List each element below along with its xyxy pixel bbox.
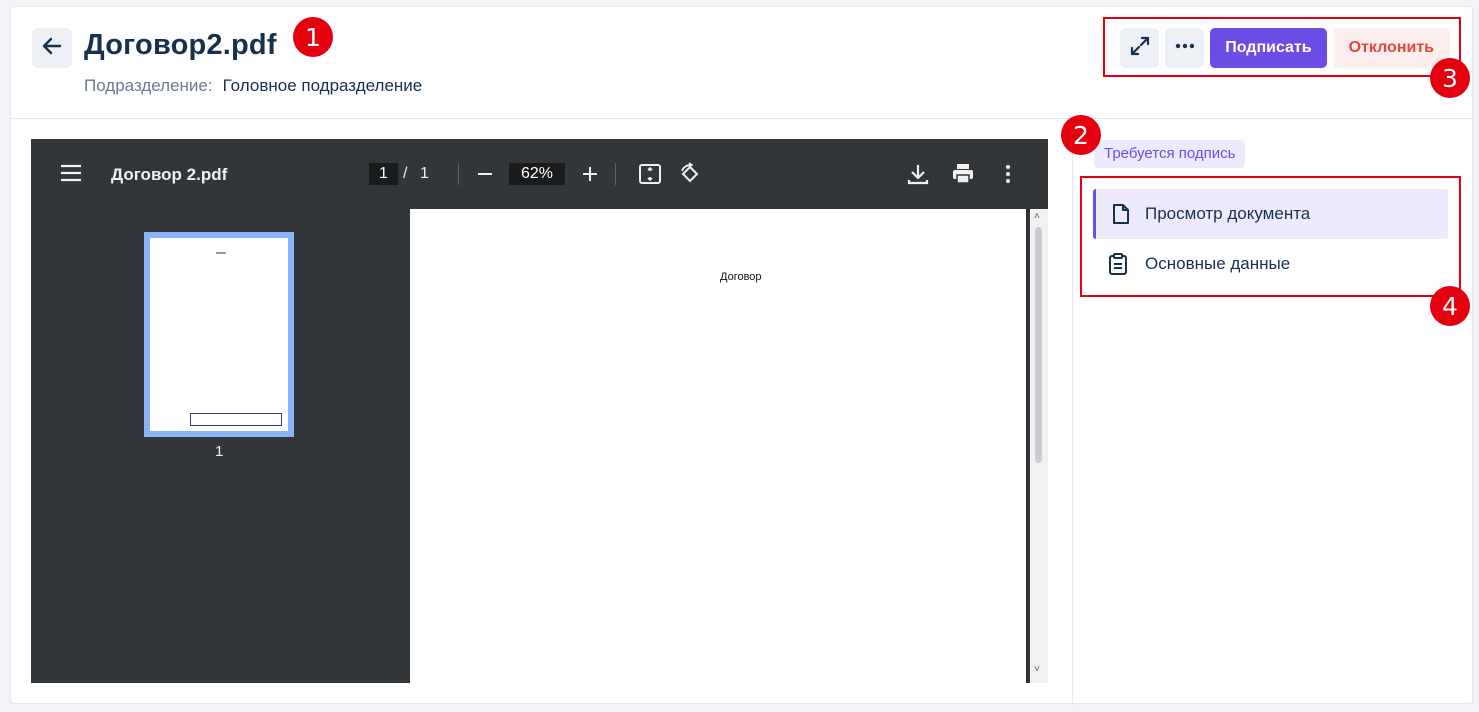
status-badge: Требуется подпись <box>1094 140 1246 168</box>
page-header: Договор2.pdf Подразделение: Головное подр… <box>11 7 1472 119</box>
reject-button[interactable]: Отклонить <box>1332 28 1450 68</box>
zoom-in-icon[interactable] <box>577 161 603 187</box>
document-heading: Договор <box>720 271 762 283</box>
side-navigation: Просмотр документа Основные данные <box>1093 189 1448 289</box>
sidebar-divider <box>1072 119 1073 705</box>
sign-button[interactable]: Подписать <box>1210 28 1327 68</box>
thumbnail-sidebar: 1 <box>31 209 410 683</box>
rotate-icon[interactable] <box>677 161 703 187</box>
annotation-marker: 4 <box>1430 286 1470 326</box>
toolbar-divider <box>458 163 459 185</box>
download-icon[interactable] <box>905 161 931 187</box>
subdivision-info: Подразделение: Головное подразделение <box>84 76 422 96</box>
pdf-page: Договор <box>410 209 1028 683</box>
thumbnail-heading-mark <box>216 252 226 254</box>
toolbar-divider <box>615 163 616 185</box>
document-card: Договор2.pdf Подразделение: Головное подр… <box>10 6 1473 705</box>
page-number-input[interactable]: 1 <box>369 163 398 185</box>
page-separator: / <box>403 165 408 182</box>
zoom-level-input[interactable]: 62% <box>509 163 565 185</box>
subdivision-label: Подразделение: <box>84 76 213 95</box>
pdf-file-name: Договор 2.pdf <box>111 165 228 184</box>
fit-page-icon[interactable] <box>637 161 663 187</box>
zoom-out-icon[interactable] <box>472 161 498 187</box>
annotation-marker: 1 <box>293 17 333 57</box>
annotation-marker: 3 <box>1430 58 1470 98</box>
more-horizontal-icon <box>1174 35 1196 62</box>
expand-icon <box>1129 35 1151 62</box>
more-vertical-icon[interactable] <box>995 161 1021 187</box>
clipboard-icon <box>1107 253 1129 275</box>
thumbnail-page-number: 1 <box>215 443 224 460</box>
page-title: Договор2.pdf <box>84 29 277 61</box>
scrollbar-thumb[interactable] <box>1035 227 1042 463</box>
total-pages: 1 <box>420 165 429 182</box>
nav-item-label: Просмотр документа <box>1145 204 1311 223</box>
nav-item-document-view[interactable]: Просмотр документа <box>1093 189 1448 239</box>
thumbnail-page <box>150 238 288 431</box>
thumbnail-stamp-mark <box>190 413 282 426</box>
page-thumbnail[interactable] <box>144 232 294 437</box>
subdivision-value: Головное подразделение <box>222 76 423 95</box>
menu-icon[interactable] <box>61 164 81 187</box>
arrow-left-icon <box>41 35 63 62</box>
expand-button[interactable] <box>1120 28 1160 68</box>
vertical-scrollbar[interactable]: ˄ ˅ <box>1030 209 1048 683</box>
more-button[interactable] <box>1165 28 1205 68</box>
pdf-toolbar: Договор 2.pdf 1 / 1 62% <box>31 139 1048 209</box>
header-actions: Подписать Отклонить <box>1120 28 1450 68</box>
pdf-viewer: Договор 2.pdf 1 / 1 62% 1 Договор ˄ ˅ <box>31 139 1048 683</box>
nav-item-label: Основные данные <box>1145 254 1291 273</box>
scroll-down-icon[interactable]: ˅ <box>1034 664 1040 675</box>
back-button[interactable] <box>32 28 72 68</box>
document-icon <box>1110 203 1132 225</box>
nav-item-main-data[interactable]: Основные данные <box>1093 239 1448 289</box>
annotation-marker: 2 <box>1061 115 1101 155</box>
scroll-up-icon[interactable]: ˄ <box>1034 211 1040 222</box>
print-icon[interactable] <box>950 161 976 187</box>
